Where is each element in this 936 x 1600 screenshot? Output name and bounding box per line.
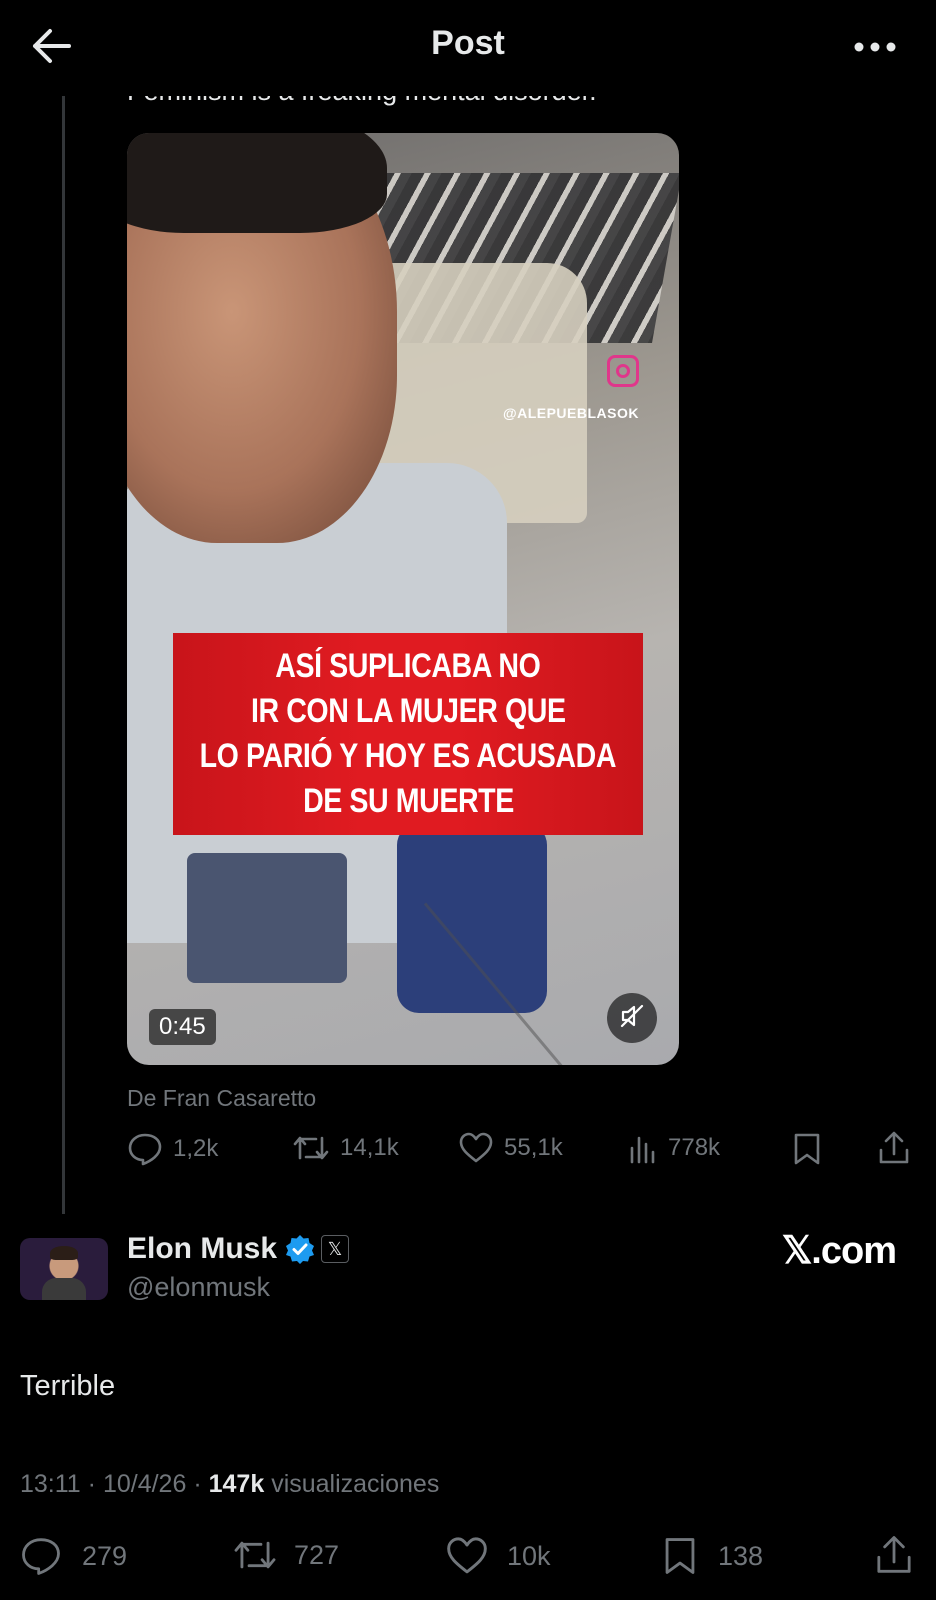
banner-line: ASÍ SUPLICABA NO (275, 647, 541, 685)
heart-icon (458, 1132, 494, 1164)
video-frame-hair (127, 133, 387, 233)
video-frame-shorts (187, 853, 347, 983)
share-button[interactable] (874, 1534, 914, 1576)
like-button[interactable]: 10k (445, 1536, 551, 1576)
views-bar-chart-icon (628, 1132, 658, 1164)
author-name[interactable]: Elon Musk (127, 1232, 277, 1266)
top-bar: Post (0, 0, 936, 96)
like-count: 10k (507, 1540, 551, 1571)
affiliate-badge[interactable]: 𝕏 (321, 1235, 349, 1263)
speaker-muted-icon (618, 1002, 646, 1035)
repost-button[interactable]: 14,1k (292, 1132, 399, 1164)
post-actions: 279 727 10k 138 (0, 1532, 936, 1578)
like-button[interactable]: 55,1k (458, 1132, 563, 1164)
bookmark-icon (792, 1132, 822, 1166)
repost-icon (232, 1536, 278, 1574)
post-views-count: 147k (208, 1470, 265, 1498)
bookmark-button[interactable]: 138 (662, 1536, 763, 1576)
video-overlay-handle: @ALEPUEBLASOK (502, 405, 639, 421)
banner-line: DE SU MUERTE (302, 782, 514, 820)
verified-badge-icon[interactable] (285, 1234, 315, 1264)
xcom-watermark: 𝕏.com (781, 1230, 897, 1272)
repost-count: 14,1k (340, 1134, 399, 1161)
meta-separator: · (193, 1470, 209, 1498)
repost-button[interactable]: 727 (232, 1536, 339, 1574)
post-time[interactable]: 13:11 (20, 1470, 81, 1498)
reply-icon (127, 1132, 163, 1166)
post-views-label: visualizaciones (271, 1470, 440, 1498)
share-icon (877, 1130, 911, 1166)
reply-button[interactable]: 279 (20, 1536, 127, 1576)
video-duration-badge: 0:45 (149, 1009, 216, 1045)
repost-icon (292, 1132, 330, 1164)
video-caption-banner: ASÍ SUPLICABA NO IR CON LA MUJER QUE LO … (173, 633, 643, 835)
video-frame-backpack (397, 823, 547, 1013)
more-horizontal-icon (854, 39, 896, 57)
reply-button[interactable]: 1,2k (127, 1132, 218, 1166)
views-count: 778k (668, 1134, 721, 1161)
page-title: Post (431, 24, 505, 62)
repost-count: 727 (294, 1539, 340, 1570)
thread-connector-line (62, 96, 65, 1214)
reply-icon (20, 1536, 62, 1576)
bookmark-count: 138 (718, 1540, 764, 1571)
views-button[interactable]: 778k (628, 1132, 720, 1164)
parent-post-actions: 1,2k 14,1k 55,1k 778k (0, 1126, 936, 1172)
reply-count: 1,2k (173, 1135, 219, 1162)
author-handle[interactable]: @elonmusk (127, 1272, 270, 1303)
bookmark-icon (662, 1536, 698, 1576)
media-source-attribution[interactable]: De Fran Casaretto (127, 1085, 316, 1112)
like-count: 55,1k (504, 1134, 563, 1161)
bookmark-button[interactable] (792, 1132, 822, 1166)
banner-line: IR CON LA MUJER QUE (250, 692, 566, 730)
share-button[interactable] (877, 1130, 911, 1166)
instagram-icon (607, 355, 639, 387)
post-meta: 13:11 · 10/4/26 · 147k visualizaciones (20, 1470, 439, 1499)
meta-separator: · (87, 1470, 103, 1498)
reply-count: 279 (82, 1540, 128, 1571)
avatar[interactable] (20, 1238, 108, 1300)
post-date[interactable]: 10/4/26 (103, 1470, 186, 1498)
share-icon (874, 1534, 914, 1576)
post-text: Terrible (20, 1370, 116, 1402)
banner-line: LO PARIÓ Y HOY ES ACUSADA (199, 737, 617, 775)
video-player[interactable]: @ALEPUEBLASOK ASÍ SUPLICABA NO IR CON LA… (127, 133, 679, 1065)
mute-toggle-button[interactable] (607, 993, 657, 1043)
more-options-button[interactable] (850, 30, 900, 66)
heart-icon (445, 1536, 489, 1576)
